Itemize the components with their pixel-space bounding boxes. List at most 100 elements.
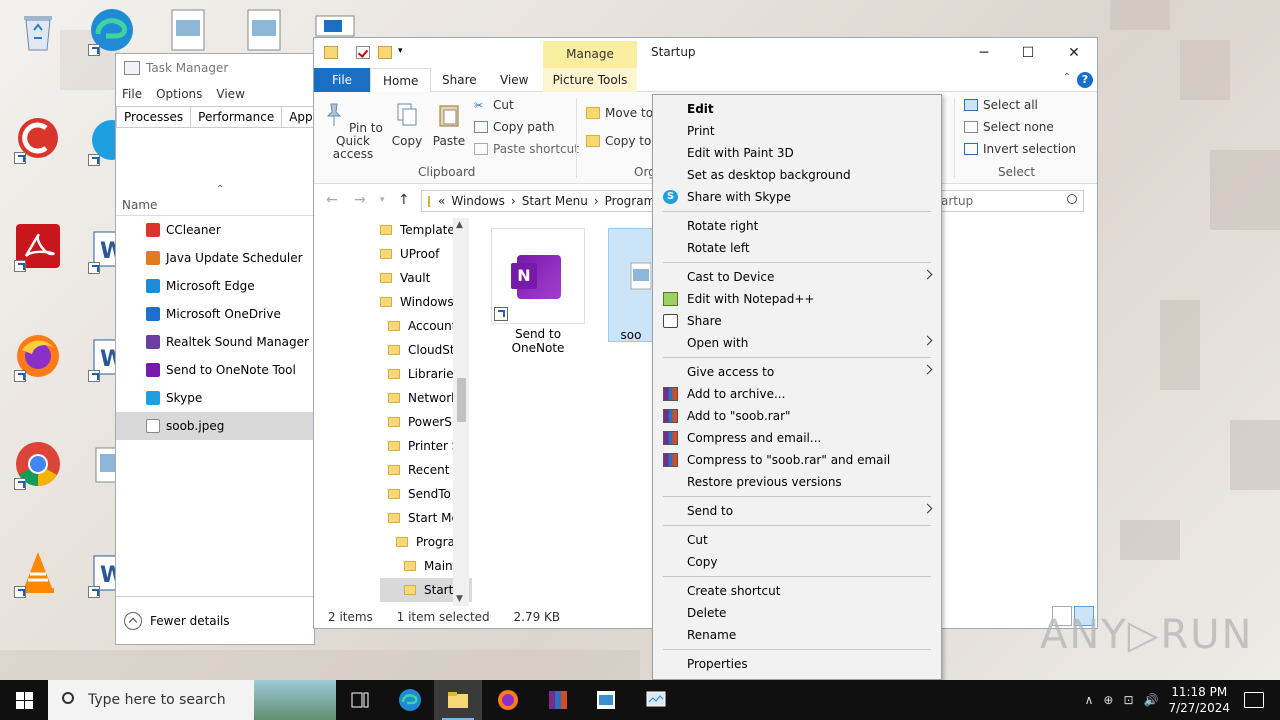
fewer-details-button[interactable]: Fewer details <box>116 596 314 644</box>
context-menu-item[interactable]: Open with <box>653 332 941 354</box>
column-header-name[interactable]: ⌃ Name <box>116 184 314 216</box>
menu-file[interactable]: File <box>122 87 142 101</box>
context-menu-item[interactable]: Cast to Device <box>653 266 941 288</box>
context-menu-item[interactable]: Set as desktop background <box>653 164 941 186</box>
tab-view[interactable]: View <box>488 68 540 92</box>
image-file-icon[interactable] <box>164 6 212 54</box>
context-menu-item[interactable]: Add to "soob.rar" <box>653 405 941 427</box>
context-menu-item[interactable]: Rename <box>653 624 941 646</box>
minimize-button[interactable]: ─ <box>964 42 1004 64</box>
taskbar-file-explorer[interactable] <box>434 680 482 720</box>
network-icon[interactable]: ⊡ <box>1123 693 1133 707</box>
file-send-to-onenote[interactable]: N Send to OneNote <box>490 228 586 355</box>
copy-button[interactable]: Copy <box>390 102 424 148</box>
up-arrow-icon[interactable]: ↑ <box>398 192 410 208</box>
context-menu-item[interactable]: Add to archive... <box>653 383 941 405</box>
firefox-icon[interactable] <box>14 332 62 382</box>
copy-to-button[interactable]: Copy to <box>586 134 651 148</box>
tab-home[interactable]: Home <box>370 68 432 93</box>
address-bar[interactable]: « Windows › Start Menu › Program <box>421 190 653 212</box>
vlc-icon[interactable] <box>14 548 62 598</box>
startup-app-row[interactable]: Send to OneNote Tool <box>116 356 314 384</box>
menu-view[interactable]: View <box>216 87 244 101</box>
select-all-button[interactable]: Select all <box>964 98 1038 112</box>
startup-app-row[interactable]: Skype <box>116 384 314 412</box>
paste-button[interactable]: Paste <box>432 102 466 148</box>
context-menu-item[interactable]: Edit with Paint 3D <box>653 142 941 164</box>
back-arrow-icon[interactable]: ← <box>326 192 338 208</box>
show-hidden-icons-icon[interactable]: ∧ <box>1085 693 1094 707</box>
context-menu-item[interactable]: Create shortcut <box>653 580 941 602</box>
tab-picture-tools[interactable]: Picture Tools <box>543 68 637 92</box>
breadcrumb-windows[interactable]: Windows <box>451 194 505 208</box>
collapse-ribbon-icon[interactable]: ⌃ <box>1063 72 1071 83</box>
navigation-scrollbar[interactable]: ▲ ▼ <box>453 218 469 606</box>
taskbar-task-manager[interactable] <box>632 680 680 720</box>
context-menu-item[interactable]: Compress and email... <box>653 427 941 449</box>
invert-selection-button[interactable]: Invert selection <box>964 142 1076 156</box>
taskbar-notepad-plus-plus[interactable] <box>582 680 630 720</box>
recycle-bin-icon[interactable] <box>14 8 62 56</box>
paste-shortcut-button[interactable]: Paste shortcut <box>474 142 579 156</box>
chrome-icon[interactable] <box>14 440 62 490</box>
file-soob-jpeg[interactable]: soo <box>608 228 654 342</box>
start-button[interactable] <box>0 680 48 720</box>
window-thumbnail-icon[interactable] <box>314 14 356 38</box>
context-menu-item[interactable]: Rotate left <box>653 237 941 259</box>
tab-processes[interactable]: Processes <box>116 106 192 127</box>
tab-file[interactable]: File <box>314 68 370 92</box>
startup-app-row[interactable]: soob.jpeg <box>116 412 314 440</box>
taskbar-firefox[interactable] <box>484 680 532 720</box>
pin-to-quick-access-button[interactable]: Pin to Quick access <box>318 102 388 161</box>
recent-locations-icon[interactable]: ▾ <box>380 195 385 205</box>
taskbar-edge[interactable] <box>386 680 434 720</box>
scroll-up-icon[interactable]: ▲ <box>456 220 463 230</box>
notification-center-icon[interactable] <box>1244 692 1264 708</box>
startup-app-row[interactable]: Microsoft Edge <box>116 272 314 300</box>
tab-performance[interactable]: Performance <box>190 106 283 127</box>
tab-manage[interactable]: Manage <box>543 41 637 68</box>
startup-app-row[interactable]: Realtek Sound Manager <box>116 328 314 356</box>
menu-options[interactable]: Options <box>156 87 202 101</box>
context-menu-item[interactable]: Give access to <box>653 361 941 383</box>
breadcrumb-start-menu[interactable]: Start Menu <box>522 194 588 208</box>
breadcrumb-programs[interactable]: Program <box>605 194 652 208</box>
volume-icon[interactable]: 🔊 <box>1144 693 1159 707</box>
context-menu-item[interactable]: Share <box>653 310 941 332</box>
context-menu-item[interactable]: Restore previous versions <box>653 471 941 493</box>
context-menu-item[interactable]: Cut <box>653 529 941 551</box>
customize-toolbar-icon[interactable]: ▾ <box>398 46 403 56</box>
task-view-button[interactable] <box>336 680 384 720</box>
forward-arrow-icon[interactable]: → <box>354 192 366 208</box>
taskbar-winrar[interactable] <box>534 680 582 720</box>
clock[interactable]: 11:18 PM 7/27/2024 <box>1168 684 1230 716</box>
move-to-button[interactable]: Move to <box>586 106 653 120</box>
image-file-icon[interactable] <box>240 6 288 54</box>
adobe-reader-icon[interactable] <box>14 222 62 272</box>
copy-path-button[interactable]: Copy path <box>474 120 555 134</box>
context-menu-item[interactable]: Properties <box>653 653 941 675</box>
context-menu-item[interactable]: Copy <box>653 551 941 573</box>
tab-share[interactable]: Share <box>430 68 489 92</box>
task-manager-titlebar[interactable]: Task Manager <box>116 54 314 82</box>
context-menu-item[interactable]: Compress to "soob.rar" and email <box>653 449 941 471</box>
select-none-button[interactable]: Select none <box>964 120 1054 134</box>
ccleaner-icon[interactable] <box>14 114 62 164</box>
new-folder-icon[interactable] <box>378 46 392 59</box>
context-menu-item[interactable]: S Share with Skype <box>653 186 941 208</box>
context-menu-item[interactable]: Delete <box>653 602 941 624</box>
context-menu-item[interactable]: Edit with Notepad++ <box>653 288 941 310</box>
edge-icon[interactable] <box>88 6 136 56</box>
taskbar-search-input[interactable]: Type here to search <box>48 680 336 720</box>
startup-app-row[interactable]: CCleaner <box>116 216 314 244</box>
properties-check-icon[interactable] <box>356 46 370 59</box>
close-button[interactable]: ✕ <box>1054 42 1094 64</box>
startup-app-row[interactable]: Java Update Scheduler <box>116 244 314 272</box>
task-manager-window[interactable]: Task Manager File Options View Processes… <box>115 53 347 645</box>
cut-button[interactable]: ✂ Cut <box>474 98 514 112</box>
context-menu[interactable]: Edit Print Edit with Paint 3D Set as deskto… <box>652 94 942 680</box>
security-icon[interactable]: ⊕ <box>1103 693 1113 707</box>
context-menu-item[interactable]: Edit <box>653 98 941 120</box>
scrollbar-thumb[interactable] <box>457 378 466 422</box>
context-menu-item[interactable]: Rotate right <box>653 215 941 237</box>
